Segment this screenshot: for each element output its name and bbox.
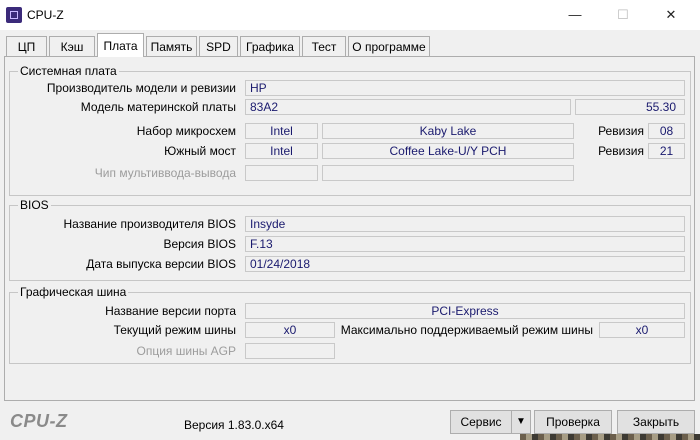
motherboard-group-title: Системная плата: [18, 64, 119, 78]
bios-brand-field: Insyde: [245, 216, 685, 232]
tab-bar: ЦП Кэш Плата Память SPD Графика Тест О п…: [0, 33, 700, 57]
tab-mainboard[interactable]: Плата: [97, 33, 144, 57]
bios-date-field: 01/24/2018: [245, 256, 685, 272]
chipset-label: Набор микросхем: [136, 124, 236, 138]
cpu-z-app-icon: [6, 7, 22, 23]
lpcio-label: Чип мультиввода-вывода: [94, 166, 236, 180]
tab-spd[interactable]: SPD: [199, 36, 238, 56]
model-label: Модель материнской платы: [80, 100, 236, 114]
tools-button[interactable]: Сервис: [450, 410, 512, 434]
agp-option-field: [245, 343, 335, 359]
tab-about[interactable]: О программе: [348, 36, 430, 56]
manufacturer-field: HP: [245, 80, 685, 96]
validate-button[interactable]: Проверка: [534, 410, 612, 434]
maximize-button[interactable]: ☐: [606, 4, 640, 26]
max-supported-field: x0: [599, 322, 685, 338]
max-supported-label: Максимально поддерживаемый режим шины: [340, 323, 593, 337]
chipset-vendor-field: Intel: [245, 123, 318, 139]
model-extra-field: 55.30: [575, 99, 685, 115]
tab-bench[interactable]: Тест: [302, 36, 346, 56]
minimize-button[interactable]: —: [558, 4, 592, 26]
chipset-name-field: Kaby Lake: [322, 123, 574, 139]
bus-version-field: PCI-Express: [245, 303, 685, 319]
bios-version-field: F.13: [245, 236, 685, 252]
tab-graphics[interactable]: Графика: [240, 36, 300, 56]
bios-group-title: BIOS: [18, 198, 51, 212]
window-title: CPU-Z: [27, 8, 64, 22]
close-button[interactable]: Закрыть: [617, 410, 695, 434]
southbridge-name-field: Coffee Lake-U/Y PCH: [322, 143, 574, 159]
graphic-interface-group-title: Графическая шина: [18, 285, 129, 299]
bus-version-label: Название версии порта: [105, 304, 236, 318]
southbridge-label: Южный мост: [164, 144, 236, 158]
agp-option-label: Опция шины AGP: [136, 344, 237, 358]
title-bar: CPU-Z — ☐ ✕: [0, 0, 700, 30]
southbridge-vendor-field: Intel: [245, 143, 318, 159]
southbridge-rev-label: Ревизия: [598, 144, 644, 158]
link-width-label: Текущий режим шины: [113, 323, 236, 337]
tab-cpu[interactable]: ЦП: [6, 36, 47, 56]
version-text: Версия 1.83.0.x64: [184, 418, 284, 432]
lpcio-name-field: [322, 165, 574, 181]
lpcio-vendor-field: [245, 165, 318, 181]
link-width-field: x0: [245, 322, 335, 338]
background-strip: [520, 434, 700, 440]
chipset-rev-label: Ревизия: [598, 124, 644, 138]
manufacturer-label: Производитель модели и ревизии: [46, 81, 236, 95]
bios-version-label: Версия BIOS: [163, 237, 236, 251]
tools-dropdown-arrow-icon[interactable]: ▼: [511, 410, 531, 434]
bios-brand-label: Название производителя BIOS: [63, 217, 236, 231]
bios-date-label: Дата выпуска версии BIOS: [86, 257, 236, 271]
chipset-rev-field: 08: [648, 123, 685, 139]
tab-cache[interactable]: Кэш: [49, 36, 95, 56]
model-field: 83A2: [245, 99, 571, 115]
tab-memory[interactable]: Память: [146, 36, 197, 56]
southbridge-rev-field: 21: [648, 143, 685, 159]
cpu-z-logo: CPU-Z: [10, 411, 68, 431]
close-window-button[interactable]: ✕: [654, 4, 688, 26]
